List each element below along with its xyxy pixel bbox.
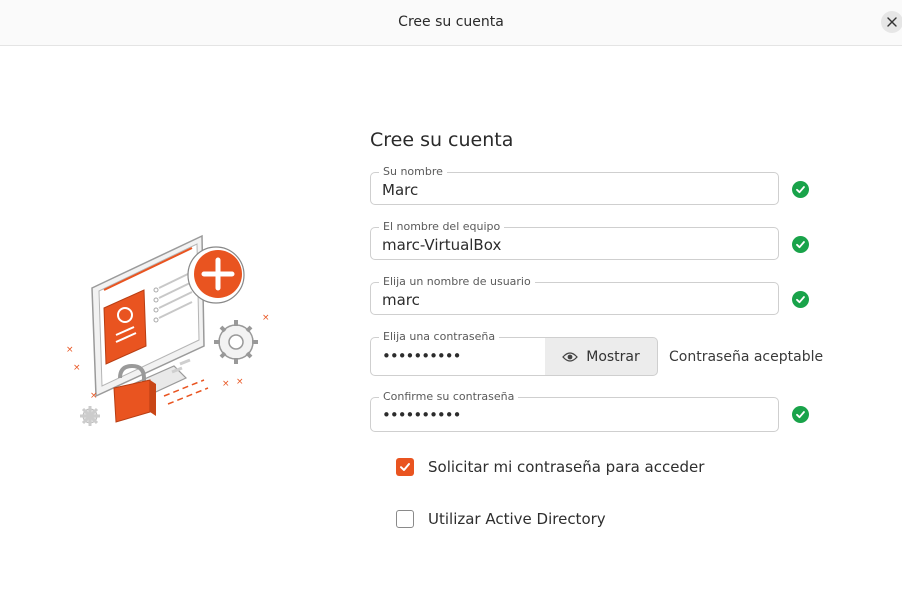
confirm-password-field[interactable]: Confirme su contraseña •••••••••• (370, 390, 779, 432)
account-illustration: × × × × × × (66, 234, 270, 426)
name-field[interactable]: Su nombre Marc (370, 165, 779, 205)
name-valid-icon (792, 181, 809, 198)
name-value: Marc (382, 181, 419, 199)
svg-text:×: × (222, 379, 230, 389)
svg-text:×: × (90, 391, 98, 401)
confirm-password-label: Confirme su contraseña (379, 390, 519, 404)
checkmark-icon (400, 463, 410, 471)
form-title: Cree su cuenta (370, 129, 514, 151)
require-password-checkbox[interactable] (396, 458, 414, 476)
active-directory-checkbox[interactable] (396, 510, 414, 528)
name-label: Su nombre (379, 165, 447, 179)
title-bar: Cree su cuenta (0, 0, 902, 46)
computer-name-field[interactable]: El nombre del equipo marc-VirtualBox (370, 220, 779, 260)
svg-text:×: × (73, 363, 81, 373)
eye-icon (562, 351, 579, 362)
close-button[interactable] (881, 11, 902, 33)
svg-text:×: × (66, 345, 74, 355)
username-value: marc (382, 291, 420, 309)
password-field[interactable]: Elija una contraseña •••••••••• (370, 330, 546, 376)
password-strength: Contraseña aceptable (669, 349, 824, 365)
show-password-button[interactable]: Mostrar (545, 337, 658, 376)
confirm-password-valid-icon (792, 406, 809, 423)
require-password-option[interactable]: Solicitar mi contraseña para acceder (396, 458, 704, 476)
password-label: Elija una contraseña (379, 330, 500, 344)
close-icon (887, 17, 897, 27)
svg-text:×: × (236, 377, 244, 387)
svg-text:×: × (262, 313, 270, 323)
computer-name-valid-icon (792, 236, 809, 253)
username-valid-icon (792, 291, 809, 308)
username-label: Elija un nombre de usuario (379, 275, 535, 289)
computer-name-value: marc-VirtualBox (382, 236, 502, 254)
active-directory-option[interactable]: Utilizar Active Directory (396, 510, 606, 528)
window-title: Cree su cuenta (398, 14, 504, 30)
password-value: •••••••••• (382, 347, 461, 365)
username-field[interactable]: Elija un nombre de usuario marc (370, 275, 779, 315)
active-directory-label: Utilizar Active Directory (428, 510, 606, 528)
show-password-label: Mostrar (586, 348, 640, 365)
computer-name-label: El nombre del equipo (379, 220, 505, 234)
require-password-label: Solicitar mi contraseña para acceder (428, 458, 705, 476)
confirm-password-value: •••••••••• (382, 406, 461, 424)
